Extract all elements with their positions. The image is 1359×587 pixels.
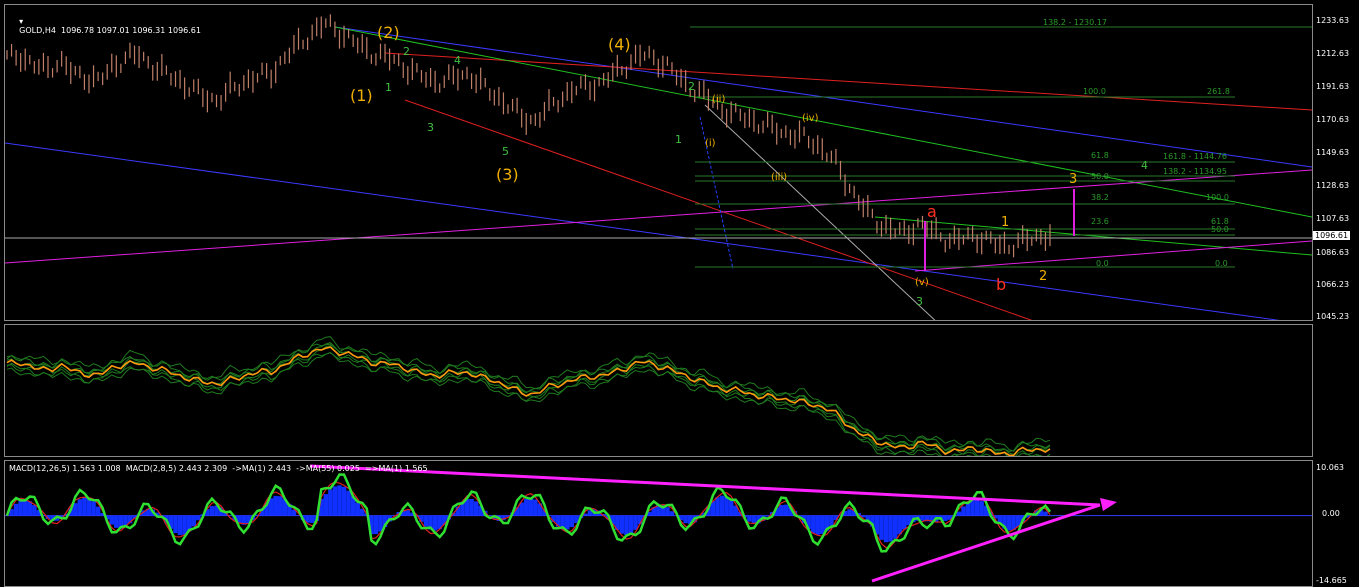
wave-label-roman: (i) <box>705 138 716 149</box>
price-tick: 1191.63 <box>1316 82 1350 91</box>
wave-label-roman: (v) <box>915 277 929 288</box>
wave-label-minor: 5 <box>502 145 509 158</box>
wave-label-roman: (ii) <box>712 94 725 105</box>
wave-label-minor: 3 <box>916 295 923 308</box>
wave-label-minor: 3 <box>427 121 434 134</box>
macd-panel[interactable]: MACD(12,26,5) 1.563 1.008 MACD(2,8,5) 2.… <box>4 460 1313 587</box>
wave-label-count: 1 <box>1001 215 1009 230</box>
wave-label-count: 2 <box>1039 269 1047 284</box>
wave-label-roman: (iv) <box>802 113 819 124</box>
macd-tick: -14.665 <box>1316 576 1347 585</box>
price-axis[interactable] <box>1313 4 1359 587</box>
macd-trend-upper <box>309 464 1101 507</box>
macd-tick: 10.063 <box>1316 463 1344 472</box>
fib-label: 100.0 <box>1206 193 1229 202</box>
price-tick: 1086.63 <box>1316 248 1350 257</box>
envelope-band <box>6 342 1051 455</box>
dropdown-triangle-icon[interactable]: ▾ <box>19 17 23 26</box>
symbol-header-text: GOLD,H4 1096.78 1097.01 1096.31 1096.61 <box>19 26 201 35</box>
macd-arrow-head <box>1100 498 1117 511</box>
price-tick: 1107.63 <box>1316 214 1350 223</box>
wave-label-ab: a <box>927 202 937 221</box>
price-tick: 1212.63 <box>1316 49 1350 58</box>
fib-label: 138.2 - 1134.95 <box>1163 167 1227 176</box>
wave-label-minor: 2 <box>403 45 410 58</box>
trend-line-red-lower <box>404 99 1033 320</box>
trend-line-green <box>334 26 1312 218</box>
symbol-header: ▾ GOLD,H4 1096.78 1097.01 1096.31 1096.6… <box>9 8 201 44</box>
price-tick: 1233.63 <box>1316 16 1350 25</box>
fib-label: 38.2 <box>1091 193 1109 202</box>
indicator-canvas <box>6 336 1051 456</box>
trend-line-red-upper <box>384 52 1312 111</box>
price-chart-panel[interactable]: 138.2 - 1230.17 100.0 261.8 61.8 161.8 - 114… <box>4 4 1313 321</box>
price-tick: 1066.23 <box>1316 280 1350 289</box>
fib-label: 161.8 - 1144.76 <box>1163 152 1227 161</box>
macd-canvas <box>5 464 1312 583</box>
fib-label: 61.8 <box>1091 151 1109 160</box>
wave-label-major: (4) <box>608 35 631 54</box>
price-chart-canvas: 138.2 - 1230.17 100.0 261.8 61.8 161.8 - 114… <box>5 14 1312 320</box>
wave-label-major: (3) <box>496 165 519 184</box>
wave-label-minor: 1 <box>675 133 682 146</box>
fib-label: 50.0 <box>1211 225 1229 234</box>
wave-label-count: 3 <box>1069 172 1077 187</box>
price-tick: 1128.63 <box>1316 181 1350 190</box>
macd-tick: 0.00 <box>1322 509 1340 518</box>
fib-label: 100.0 <box>1083 87 1106 96</box>
trend-line-blue <box>5 142 1280 320</box>
indicator-panel[interactable] <box>4 324 1313 457</box>
envelope-band <box>6 343 1051 452</box>
wave-label-minor: 4 <box>454 54 461 67</box>
fib-label: 0.0 <box>1215 259 1228 268</box>
fib-label: 50.0 <box>1091 172 1109 181</box>
fib-label: 0.0 <box>1096 259 1109 268</box>
trend-line-magenta <box>5 169 1312 264</box>
wave-label-minor: 2 <box>688 80 695 93</box>
fib-label: 138.2 - 1230.17 <box>1043 18 1107 27</box>
wave-label-major: (2) <box>377 23 400 42</box>
wave-label-major: (1) <box>350 86 373 105</box>
wave-label-minor: 4 <box>1141 159 1148 172</box>
macd-header: MACD(12,26,5) 1.563 1.008 MACD(2,8,5) 2.… <box>9 464 428 473</box>
fib-label: 261.8 <box>1207 87 1230 96</box>
fib-label: 23.6 <box>1091 217 1109 226</box>
wave-label-roman: (iii) <box>771 172 787 183</box>
price-tick: 1170.63 <box>1316 115 1350 124</box>
current-price-tag: 1096.61 <box>1313 231 1351 240</box>
price-tick: 1149.63 <box>1316 148 1350 157</box>
price-tick: 1045.23 <box>1316 312 1350 321</box>
trend-line-gray <box>704 104 936 320</box>
wave-label-minor: 1 <box>385 81 392 94</box>
macd-main-line <box>5 473 1051 553</box>
wave-label-ab: b <box>996 275 1006 294</box>
